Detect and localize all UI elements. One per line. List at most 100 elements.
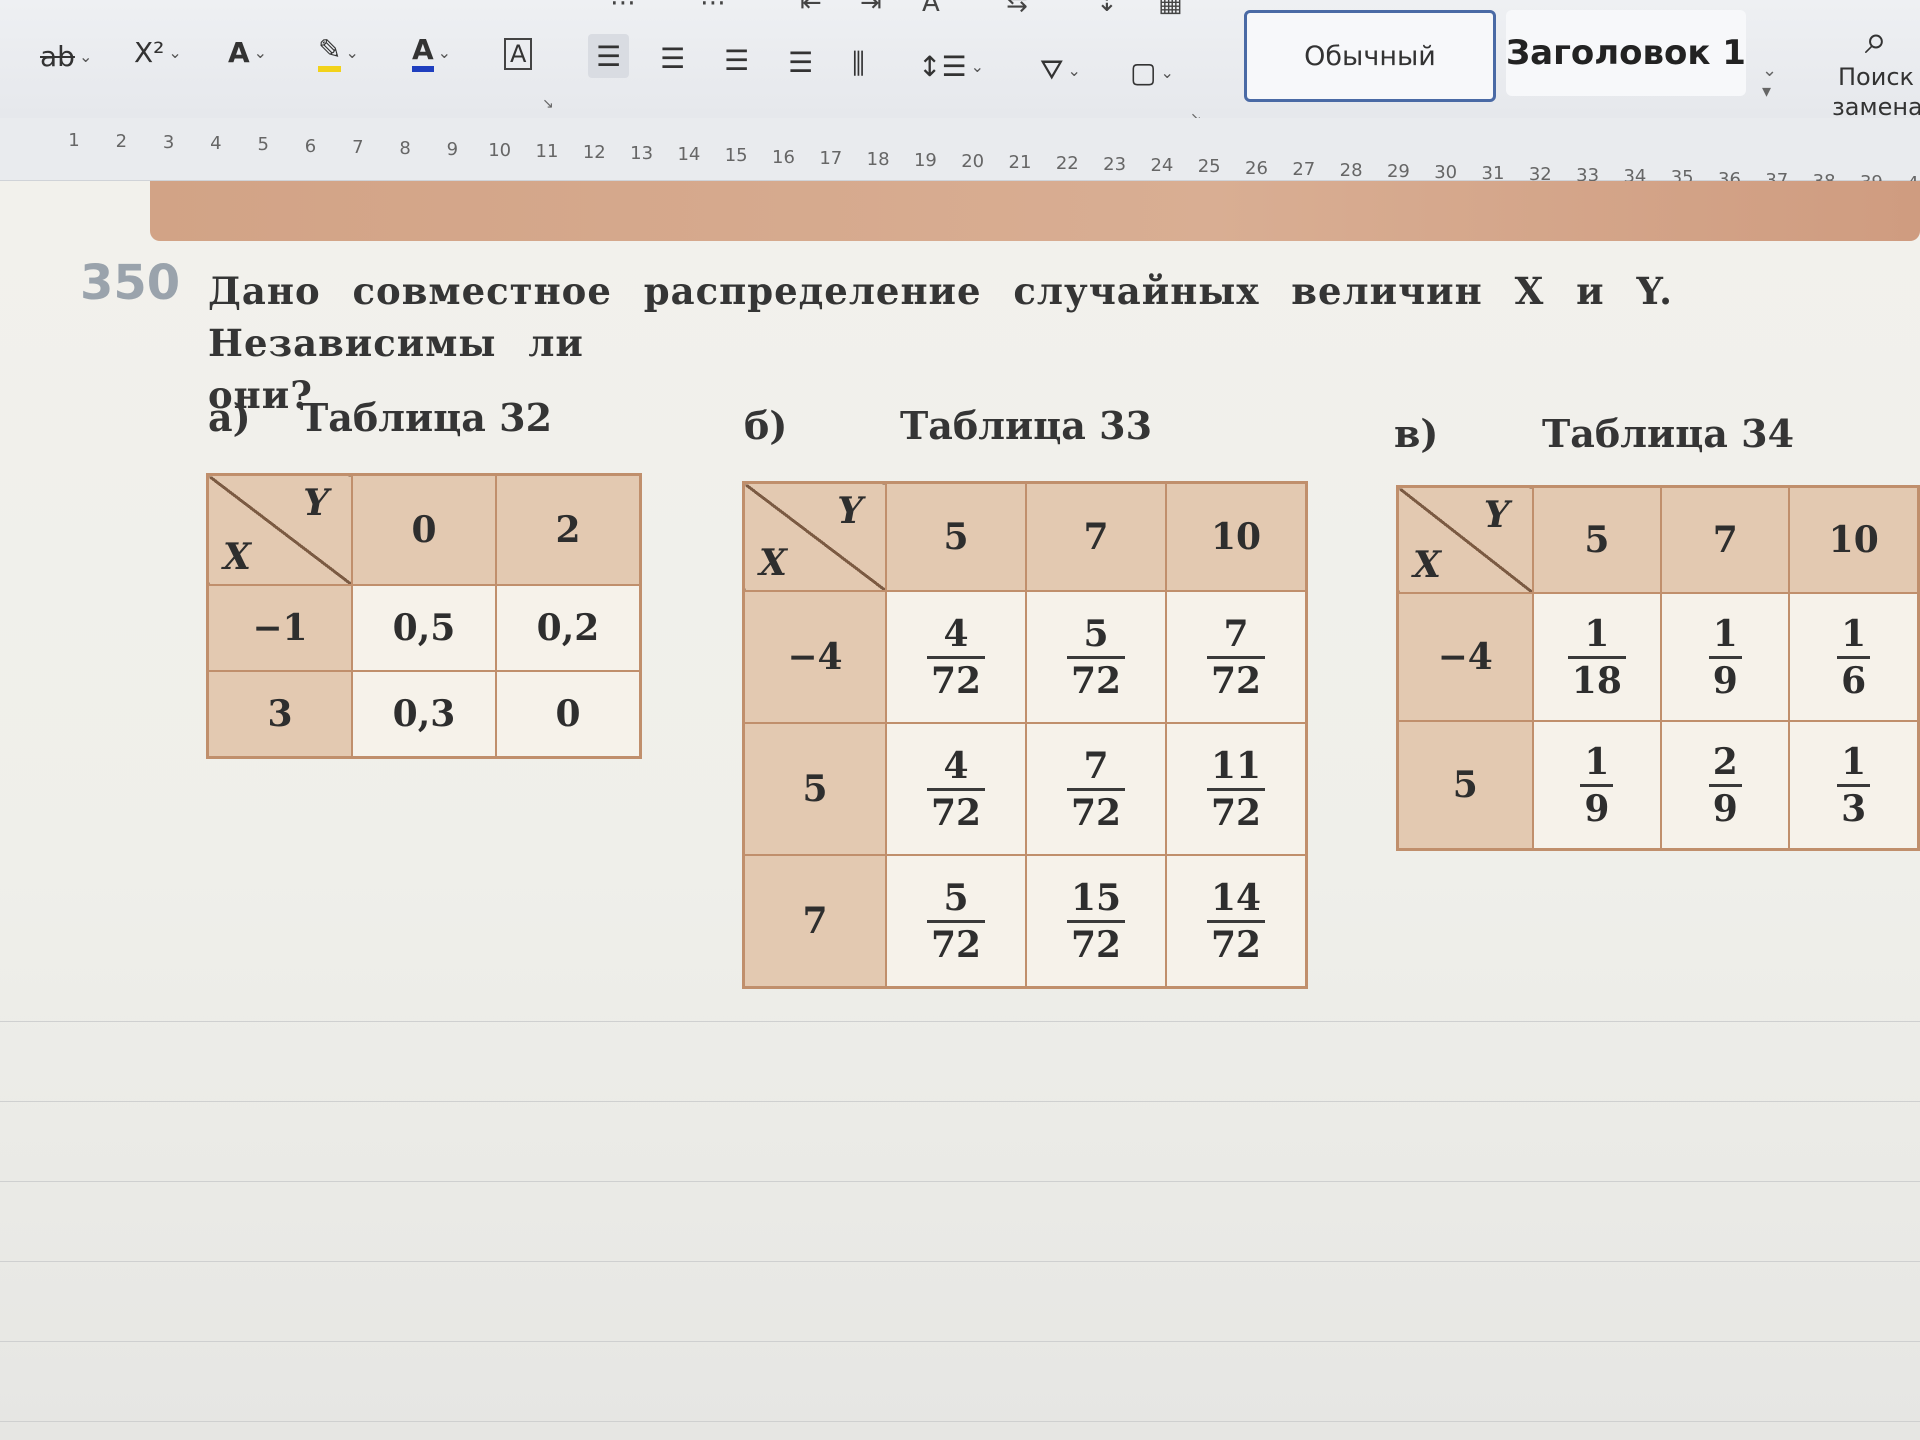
text-direction-icon[interactable]: ⇆ [1006,0,1028,18]
text-effects-icon: A [228,35,250,69]
corner-y-label: Y [1483,494,1510,536]
x-value-header: 7 [742,854,887,989]
part-label-c: в) [1394,411,1439,456]
table-33: Y X 5 7 10 −4 4 72 5 72 7 72 5 4 72 7 72 11 72 7 5 72 15 72 14 72 [742,481,1308,989]
ruler-tick: 11 [535,141,559,162]
probability-cell: 19 [1531,720,1663,851]
fraction-numerator: 7 [1206,612,1266,659]
ruler-tick: 14 [677,144,701,166]
y-value-header: 2 [495,473,642,586]
chevron-down-icon: ⌄ [168,42,182,62]
superscript-button[interactable]: X² ⌄ [134,30,182,74]
horizontal-ruler[interactable]: 1 2 3 4 5 6 7 8 9 10 11 12 13 14 15 16 17 18 19 20 21 22 23 24 2… [0,118,1920,194]
probability-cell: 16 [1788,592,1920,722]
fraction-numerator: 5 [1066,612,1126,659]
align-left-button[interactable]: ☰ [588,34,630,78]
probability-cell: 29 [1660,720,1791,851]
fraction: 19 [1708,612,1742,703]
fraction-numerator: 2 [1708,740,1742,787]
align-center-button[interactable]: ☰ [660,36,685,80]
fraction: 15 72 [1066,876,1126,967]
x-value-header: 5 [742,722,887,856]
borders-button[interactable]: ▢ ⌄ [1130,50,1174,94]
fraction-denominator: 72 [930,791,982,834]
character-border-button[interactable]: A [504,32,533,76]
table-header-row: YX02 [206,473,642,586]
fraction-numerator: 1 [1837,740,1871,787]
fraction-denominator: 18 [1571,659,1622,702]
ruler-tick: 6 [304,135,317,157]
probability-cell: 0,3 [351,670,497,759]
distributed-button[interactable]: ⫼ [852,42,865,86]
align-right-button[interactable]: ☰ [724,38,749,82]
chevron-down-icon: ⌄ [78,46,93,66]
chevron-down-icon: ⌄ [1160,62,1174,82]
fraction-denominator: 72 [1210,791,1262,834]
find-replace-button[interactable]: ⌕ Поиск замена [1832,18,1920,122]
probability-cell: 11 72 [1165,722,1308,856]
probability-cell: 1 18 [1531,592,1663,722]
justify-icon: ☰ [788,45,814,79]
fraction-numerator: 15 [1066,876,1126,923]
fraction: 5 72 [1066,612,1126,703]
table-corner-cell: YX [742,481,887,592]
font-grow-icon[interactable]: A [922,0,940,18]
fraction: 5 72 [926,876,986,967]
highlighter-icon: ✎ [318,33,342,72]
table-row: 5 4 72 7 72 11 72 [742,722,1308,856]
table-row: −4 4 72 5 72 7 72 [742,590,1308,724]
strikethrough-button[interactable]: ab ⌄ [40,34,92,78]
probability-cell: 0,2 [495,584,642,672]
fraction-numerator: 7 [1066,744,1126,791]
align-center-icon: ☰ [660,41,686,75]
fraction-denominator: 72 [1070,791,1122,834]
justify-button[interactable]: ☰ [788,40,813,84]
line-spacing-button[interactable]: ↕☰ ⌄ [918,44,984,88]
show-marks-icon[interactable]: ▦ [1158,0,1183,18]
probability-cell: 4 72 [885,590,1027,724]
ruler-tick: 22 [1055,153,1079,175]
sort-icon[interactable]: ⇣ [1096,0,1118,18]
text-effects-button[interactable]: A ⌄ [228,30,267,74]
strikethrough-icon: ab [40,39,75,73]
font-color-button[interactable]: A ⌄ [412,30,451,74]
decrease-indent-icon[interactable]: ⇤ [800,0,822,18]
fraction: 4 72 [926,612,986,703]
table-caption-32: Таблица 32 [300,395,553,440]
increase-indent-icon[interactable]: ⇥ [860,0,882,18]
notebook-line [0,1181,1920,1182]
ruler-tick: 9 [446,138,459,160]
fraction-denominator: 3 [1841,787,1867,830]
shading-button[interactable]: ⛛ ⌄ [1040,48,1081,92]
probability-cell: 19 [1660,592,1791,722]
fraction-numerator: 1 [1567,612,1626,659]
fraction-numerator: 5 [926,876,986,923]
fraction-denominator: 72 [1070,923,1122,966]
probability-cell: 7 72 [1165,590,1308,724]
x-value-header: −4 [1396,592,1534,722]
probability-cell: 14 72 [1165,854,1308,989]
highlight-color-button[interactable]: ✎ ⌄ [318,30,359,74]
notebook-line [0,1101,1920,1102]
align-right-icon: ☰ [724,43,750,77]
fraction-numerator: 1 [1837,612,1871,659]
ruler-tick: 1 [68,130,80,151]
corner-y-label: Y [303,482,329,524]
numbering-icon[interactable]: ⋯ [700,0,726,18]
fraction: 16 [1837,612,1871,703]
font-dialog-launcher-icon[interactable]: ↘ [542,96,554,112]
y-value-header: 7 [1660,485,1791,594]
table-row: 7 5 72 15 72 14 72 [742,854,1308,989]
fraction: 4 72 [926,744,986,835]
bullets-icon[interactable]: ⋯ [610,0,636,18]
ruler-tick: 3 [162,132,175,154]
styles-more-icon[interactable]: ⌄ ▾ [1762,60,1777,102]
style-normal[interactable]: Обычный [1244,10,1496,102]
style-heading-1[interactable]: Заголовок 1 [1506,10,1746,96]
ruler-tick: 26 [1245,157,1268,179]
table-row: −4 1 18 1 9 1 6 [1396,592,1920,722]
document-page[interactable]: 350 Дано совместное распределение случай… [0,181,1920,1440]
problem-text-line-1: Дано совместное распределение случайных … [208,269,1674,365]
y-value-header: 10 [1788,485,1920,594]
ribbon: ⋯ ⋯ ⇤ ⇥ A ⇆ ⇣ ▦ ab ⌄ X² ⌄ A ⌄ ✎ ⌄ A ⌄ A ↘ ☰ ☰… [0,0,1920,126]
